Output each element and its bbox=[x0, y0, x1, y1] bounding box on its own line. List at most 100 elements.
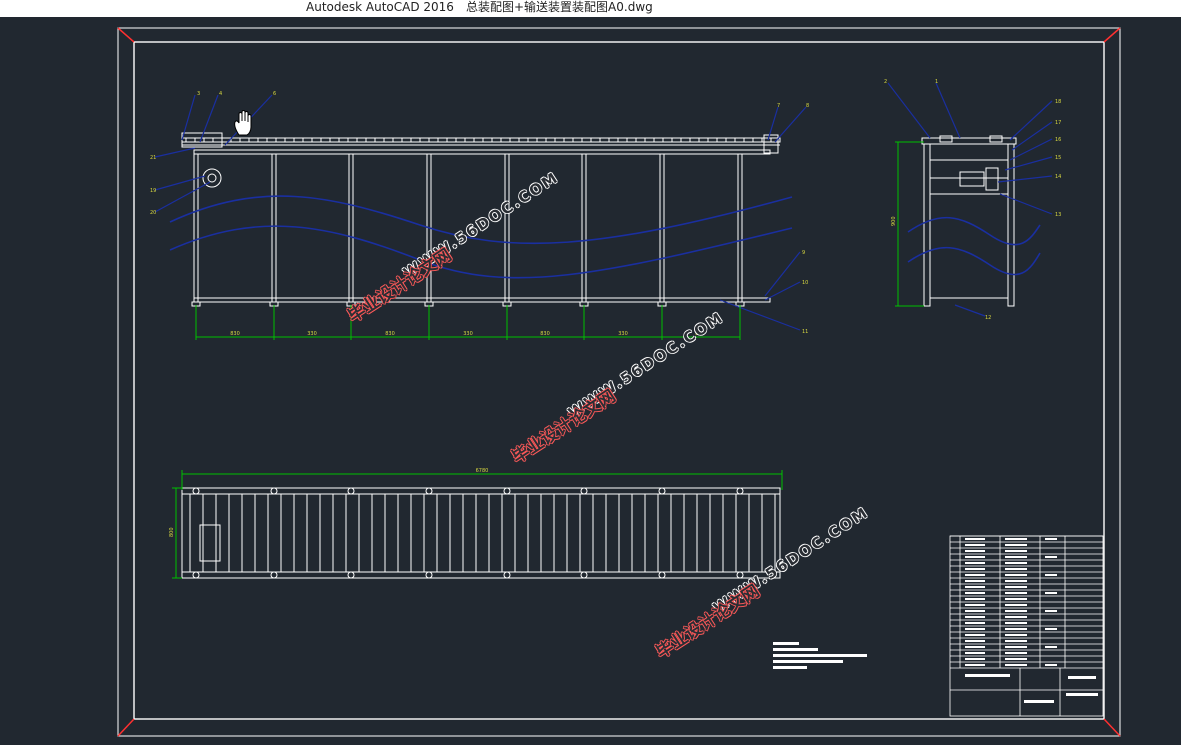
parts-cell-text bbox=[1005, 664, 1027, 666]
bearing bbox=[347, 487, 355, 495]
parts-cell-text bbox=[965, 664, 985, 666]
parts-cell-text bbox=[965, 622, 985, 624]
balloon: 19 bbox=[150, 188, 156, 194]
parts-cell-text bbox=[1045, 628, 1057, 630]
window-title-bar: Autodesk AutoCAD 2016 总装配图+输送装置装配图A0.dwg bbox=[0, 0, 1181, 17]
balloon: 13 bbox=[1055, 212, 1061, 218]
parts-cell-text bbox=[965, 568, 985, 570]
balloon: 21 bbox=[150, 155, 156, 161]
parts-cell-text bbox=[1005, 592, 1027, 594]
side-view-break-lines bbox=[907, 216, 1041, 276]
balloon: 16 bbox=[1055, 137, 1061, 143]
balloon: 15 bbox=[1055, 155, 1061, 161]
top-view bbox=[181, 487, 781, 579]
balloon: 1 bbox=[935, 79, 938, 85]
parts-cell-text bbox=[1005, 574, 1027, 576]
bearing bbox=[580, 571, 588, 579]
frame-leg bbox=[737, 153, 743, 303]
balloon: 12 bbox=[985, 315, 991, 321]
top-view-dimensions bbox=[172, 470, 783, 579]
parts-cell-text bbox=[965, 598, 985, 600]
dim-label: 800 bbox=[169, 527, 175, 537]
parts-cell-text bbox=[1005, 628, 1027, 630]
bearing bbox=[503, 571, 511, 579]
balloon: 20 bbox=[150, 210, 156, 216]
parts-cell-text bbox=[1005, 658, 1027, 660]
bearing bbox=[192, 487, 200, 495]
dim-label: 900 bbox=[891, 216, 897, 226]
parts-cell-text bbox=[1005, 634, 1027, 636]
balloon: 9 bbox=[802, 250, 805, 256]
parts-cell-text bbox=[1045, 556, 1057, 558]
dim-label: 330 bbox=[307, 331, 317, 337]
parts-cell-text bbox=[965, 646, 985, 648]
app-title: Autodesk AutoCAD 2016 bbox=[306, 0, 454, 14]
bearing bbox=[347, 571, 355, 579]
parts-cell-text bbox=[1005, 652, 1027, 654]
frame-leg bbox=[348, 153, 354, 303]
parts-cell-text bbox=[1045, 610, 1057, 612]
bearing bbox=[425, 487, 433, 495]
parts-cell-text bbox=[965, 628, 985, 630]
parts-cell-text bbox=[1005, 556, 1027, 558]
parts-cell-text bbox=[1005, 604, 1027, 606]
parts-cell-text bbox=[1045, 538, 1057, 540]
frame-leg bbox=[504, 153, 510, 303]
bearing bbox=[192, 571, 200, 579]
frame-leg bbox=[271, 153, 277, 303]
bearing bbox=[503, 487, 511, 495]
balloon: 17 bbox=[1055, 120, 1061, 126]
dim-label: 830 bbox=[540, 331, 550, 337]
bearing bbox=[425, 571, 433, 579]
bearing bbox=[736, 487, 744, 495]
parts-cell-text bbox=[1005, 598, 1027, 600]
balloon: 4 bbox=[219, 91, 222, 97]
parts-cell-text bbox=[1005, 562, 1027, 564]
dim-label: 830 bbox=[385, 331, 395, 337]
parts-cell-text bbox=[1005, 646, 1027, 648]
parts-cell-text bbox=[965, 592, 985, 594]
bearing bbox=[658, 571, 666, 579]
balloon: 18 bbox=[1055, 99, 1061, 105]
frame-leg bbox=[581, 153, 587, 303]
parts-cell-text bbox=[1005, 640, 1027, 642]
balloon: 6 bbox=[273, 91, 276, 97]
parts-cell-text bbox=[965, 580, 985, 582]
parts-cell-text bbox=[1005, 538, 1027, 540]
dim-label: 330 bbox=[463, 331, 473, 337]
frame-leg bbox=[193, 153, 199, 303]
balloon: 3 bbox=[197, 91, 200, 97]
parts-cell-text bbox=[965, 586, 985, 588]
bearing bbox=[658, 487, 666, 495]
parts-cell-text bbox=[1045, 664, 1057, 666]
parts-cell-text bbox=[1005, 610, 1027, 612]
dim-label: 830 bbox=[230, 331, 240, 337]
drawing-canvas[interactable]: 830 330 830 330 830 330 830 21 19 20 3 4… bbox=[0, 17, 1181, 745]
balloon: 11 bbox=[802, 329, 808, 335]
parts-cell-text bbox=[965, 652, 985, 654]
parts-cell-text bbox=[1005, 580, 1027, 582]
parts-cell-text bbox=[965, 556, 985, 558]
side-view-balloons: 2 1 18 17 16 15 14 13 12 bbox=[884, 79, 1061, 321]
parts-cell-text bbox=[1045, 592, 1057, 594]
parts-cell-text bbox=[1005, 550, 1027, 552]
parts-cell-text bbox=[1045, 574, 1057, 576]
parts-cell-text bbox=[965, 538, 985, 540]
bearing bbox=[736, 571, 744, 579]
parts-cell-text bbox=[965, 610, 985, 612]
front-view-break-lines bbox=[169, 195, 793, 279]
bearing bbox=[270, 487, 278, 495]
parts-cell-text bbox=[1005, 616, 1027, 618]
title-block-text bbox=[965, 674, 1098, 703]
side-view-leaders bbox=[887, 82, 1053, 317]
balloon: 7 bbox=[777, 103, 780, 109]
parts-cell-text bbox=[965, 640, 985, 642]
parts-cell-text bbox=[965, 616, 985, 618]
dim-label: 330 bbox=[618, 331, 628, 337]
parts-cell-text bbox=[965, 544, 985, 546]
parts-cell-text bbox=[965, 550, 985, 552]
cad-drawing: 830 330 830 330 830 330 830 21 19 20 3 4… bbox=[117, 27, 1121, 737]
dim-label: 6780 bbox=[476, 468, 489, 474]
parts-cell-text bbox=[1005, 568, 1027, 570]
parts-cell-text bbox=[965, 658, 985, 660]
